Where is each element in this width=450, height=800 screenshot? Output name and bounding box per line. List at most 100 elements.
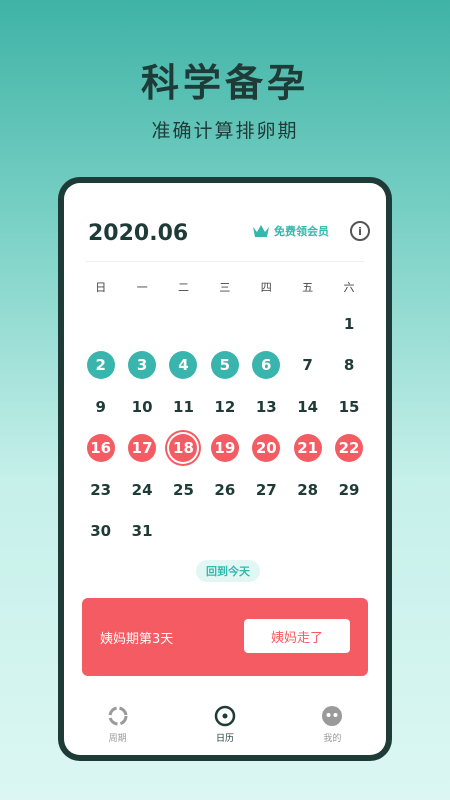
calendar-cell xyxy=(204,303,245,345)
period-card: 姨妈期第3天 姨妈走了 xyxy=(82,598,368,676)
calendar-cell: 1 xyxy=(328,303,369,345)
calendar-cell: 13 xyxy=(246,386,287,428)
calendar-day[interactable]: 25 xyxy=(169,476,197,504)
calendar-cell: 9 xyxy=(80,386,121,428)
vip-label: 免费领会员 xyxy=(274,225,329,238)
calendar-cell: 6 xyxy=(246,345,287,387)
calendar-cell xyxy=(287,303,328,345)
crown-icon xyxy=(253,225,269,237)
header-divider xyxy=(86,261,364,262)
calendar-day[interactable]: 29 xyxy=(335,476,363,504)
calendar-cell: 3 xyxy=(121,345,162,387)
calendar-cell: 26 xyxy=(204,469,245,511)
tab-label: 日历 xyxy=(215,734,234,744)
calendar-week-row: 23 24 25 26 27 28 29 xyxy=(80,469,370,511)
phone-frame: 2020.06 免费领会员 i 日 一 二 三 四 五 六 1234567891… xyxy=(58,177,392,761)
calendar-day[interactable]: 2 xyxy=(86,351,115,380)
promo-subline: 准确计算排卵期 xyxy=(151,120,299,142)
calendar-day[interactable]: 26 xyxy=(211,476,239,504)
calendar-day[interactable]: 21 xyxy=(293,434,322,463)
weekday-header: 日 一 二 三 四 五 六 xyxy=(80,279,370,295)
calendar-cell: 7 xyxy=(287,345,328,387)
calendar-day[interactable]: 4 xyxy=(169,351,198,380)
weekday-label: 日 xyxy=(95,281,107,294)
calendar-cell: 24 xyxy=(121,469,162,511)
calendar-cell xyxy=(121,303,162,345)
calendar-week-row: 9 10 11 12 13 14 15 xyxy=(80,386,370,428)
calendar-cell xyxy=(287,511,328,553)
calendar-day[interactable]: 10 xyxy=(128,393,156,421)
calendar-day[interactable]: 23 xyxy=(87,476,115,504)
calendar-day[interactable]: 24 xyxy=(128,476,156,504)
calendar-day[interactable]: 27 xyxy=(252,476,280,504)
calendar-week-row: 2345678 xyxy=(80,345,370,387)
calendar-cell: 12 xyxy=(204,386,245,428)
calendar-day[interactable]: 3 xyxy=(128,351,157,380)
info-icon[interactable]: i xyxy=(350,221,370,241)
calendar-day[interactable]: 1 xyxy=(335,310,363,338)
calendar-day[interactable]: 15 xyxy=(335,393,363,421)
tab-cycle[interactable]: 周期 xyxy=(64,705,171,755)
calendar-cell: 2 xyxy=(80,345,121,387)
tab-mine[interactable]: 我的 xyxy=(279,705,386,755)
calendar-day[interactable]: 30 xyxy=(87,517,115,545)
weekday-label: 五 xyxy=(302,281,314,294)
calendar-cell: 29 xyxy=(328,469,369,511)
calendar-cell: 25 xyxy=(163,469,204,511)
calendar-cell: 20 xyxy=(246,428,287,470)
calendar-cell: 22 xyxy=(328,428,369,470)
calendar-cell: 16 xyxy=(80,428,121,470)
weekday-label: 四 xyxy=(260,281,272,294)
calendar-day[interactable]: 19 xyxy=(210,434,239,463)
month-title[interactable]: 2020.06 xyxy=(88,221,188,246)
calendar-dot-icon xyxy=(214,705,236,727)
cycle-icon xyxy=(108,706,128,726)
calendar-cell: 11 xyxy=(163,386,204,428)
period-ended-button[interactable]: 姨妈走了 xyxy=(244,619,350,653)
calendar-day[interactable]: 12 xyxy=(211,393,239,421)
period-status: 姨妈期第3天 xyxy=(100,632,174,647)
calendar-day[interactable]: 11 xyxy=(169,393,197,421)
tab-label: 周期 xyxy=(108,734,127,744)
free-vip-button[interactable]: 免费领会员 xyxy=(252,223,329,239)
app-screen: 2020.06 免费领会员 i 日 一 二 三 四 五 六 1234567891… xyxy=(64,183,386,755)
calendar-day[interactable]: 17 xyxy=(128,434,157,463)
calendar-day[interactable]: 7 xyxy=(294,351,322,379)
face-icon xyxy=(322,706,343,726)
calendar-cell: 4 xyxy=(163,345,204,387)
promo-headline: 科学备孕 xyxy=(140,61,309,105)
calendar-day[interactable]: 22 xyxy=(335,434,364,463)
calendar-day[interactable]: 16 xyxy=(86,434,115,463)
weekday-label: 一 xyxy=(136,281,148,294)
calendar-day[interactable]: 13 xyxy=(252,393,280,421)
calendar-cell: 21 xyxy=(287,428,328,470)
calendar-day[interactable]: 31 xyxy=(128,517,156,545)
calendar-day[interactable]: 6 xyxy=(252,351,281,380)
calendar-day[interactable]: 14 xyxy=(294,393,322,421)
calendar-cell xyxy=(246,511,287,553)
tab-label: 我的 xyxy=(323,734,342,744)
calendar-day[interactable]: 9 xyxy=(87,393,115,421)
calendar-day[interactable]: 28 xyxy=(294,476,322,504)
calendar-cell: 15 xyxy=(328,386,369,428)
calendar-day[interactable]: 5 xyxy=(210,351,239,380)
calendar-week-row: 16 17 18 19 20 21 22 xyxy=(80,428,370,470)
weekday-label: 六 xyxy=(343,281,355,294)
calendar-day[interactable]: 8 xyxy=(335,351,363,379)
tab-calendar[interactable]: 日历 xyxy=(171,705,278,755)
calendar-cell xyxy=(328,511,369,553)
calendar-cell: 18 xyxy=(163,428,204,470)
calendar-cell: 14 xyxy=(287,386,328,428)
bottom-tab-bar: 周期 日历 我的 xyxy=(64,705,386,755)
calendar-cell xyxy=(163,303,204,345)
calendar-cell: 17 xyxy=(121,428,162,470)
back-to-today-button[interactable]: 回到今天 xyxy=(196,560,260,582)
calendar-day-today[interactable]: 18 xyxy=(169,434,198,463)
calendar-cell: 5 xyxy=(204,345,245,387)
calendar-cell: 27 xyxy=(246,469,287,511)
weekday-label: 二 xyxy=(177,281,189,294)
calendar-cell xyxy=(163,511,204,553)
calendar-cell: 28 xyxy=(287,469,328,511)
calendar-day[interactable]: 20 xyxy=(252,434,281,463)
calendar-cell xyxy=(246,303,287,345)
